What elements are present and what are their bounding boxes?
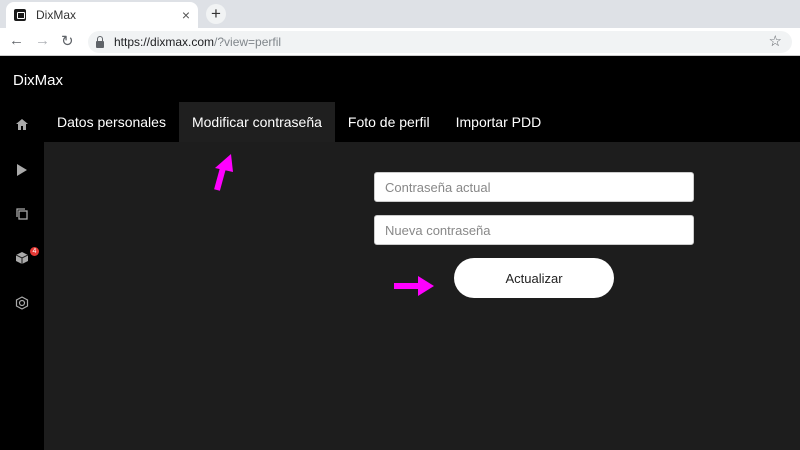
url-path: /?view=perfil [214, 35, 282, 49]
sidebar: 4 [0, 102, 44, 450]
notification-badge: 4 [30, 247, 39, 256]
copy-icon[interactable] [0, 202, 44, 226]
annotation-arrow-up-icon [214, 154, 233, 191]
profile-tabs: Datos personales Modificar contraseña Fo… [44, 102, 800, 142]
browser-tabstrip: DixMax × + [0, 0, 800, 28]
dixmax-favicon-icon [14, 9, 26, 21]
tab-foto-de-perfil[interactable]: Foto de perfil [335, 102, 443, 142]
new-tab-button[interactable]: + [206, 4, 226, 24]
hexagon-icon[interactable] [0, 291, 44, 315]
close-tab-icon[interactable]: × [182, 8, 190, 22]
browser-toolbar: ← → ↻ https://dixmax.com /?view=perfil ☆ [0, 28, 800, 56]
current-password-input[interactable] [374, 172, 694, 202]
app-header: DixMax [0, 57, 800, 102]
lock-icon [96, 35, 104, 48]
brand-logo[interactable]: DixMax [13, 72, 63, 89]
bookmark-star-icon[interactable]: ☆ [769, 32, 782, 50]
address-bar[interactable]: https://dixmax.com /?view=perfil ☆ [88, 31, 792, 53]
url-host: https://dixmax.com [114, 35, 215, 49]
browser-tab[interactable]: DixMax × [6, 2, 198, 28]
browser-tab-title: DixMax [36, 8, 77, 22]
forward-arrow-icon[interactable]: → [35, 32, 50, 49]
cube-icon[interactable]: 4 [0, 246, 44, 270]
tab-datos-personales[interactable]: Datos personales [44, 102, 179, 142]
tab-importar-pdd[interactable]: Importar PDD [443, 102, 555, 142]
reload-icon[interactable]: ↻ [61, 32, 74, 50]
back-arrow-icon[interactable]: ← [9, 32, 24, 49]
home-icon[interactable] [0, 112, 44, 136]
tab-modificar-contrasena[interactable]: Modificar contraseña [178, 102, 335, 142]
annotation-arrow-right-icon [394, 276, 434, 296]
play-icon[interactable] [0, 158, 44, 182]
new-password-input[interactable] [374, 215, 694, 245]
update-button[interactable]: Actualizar [454, 258, 614, 298]
